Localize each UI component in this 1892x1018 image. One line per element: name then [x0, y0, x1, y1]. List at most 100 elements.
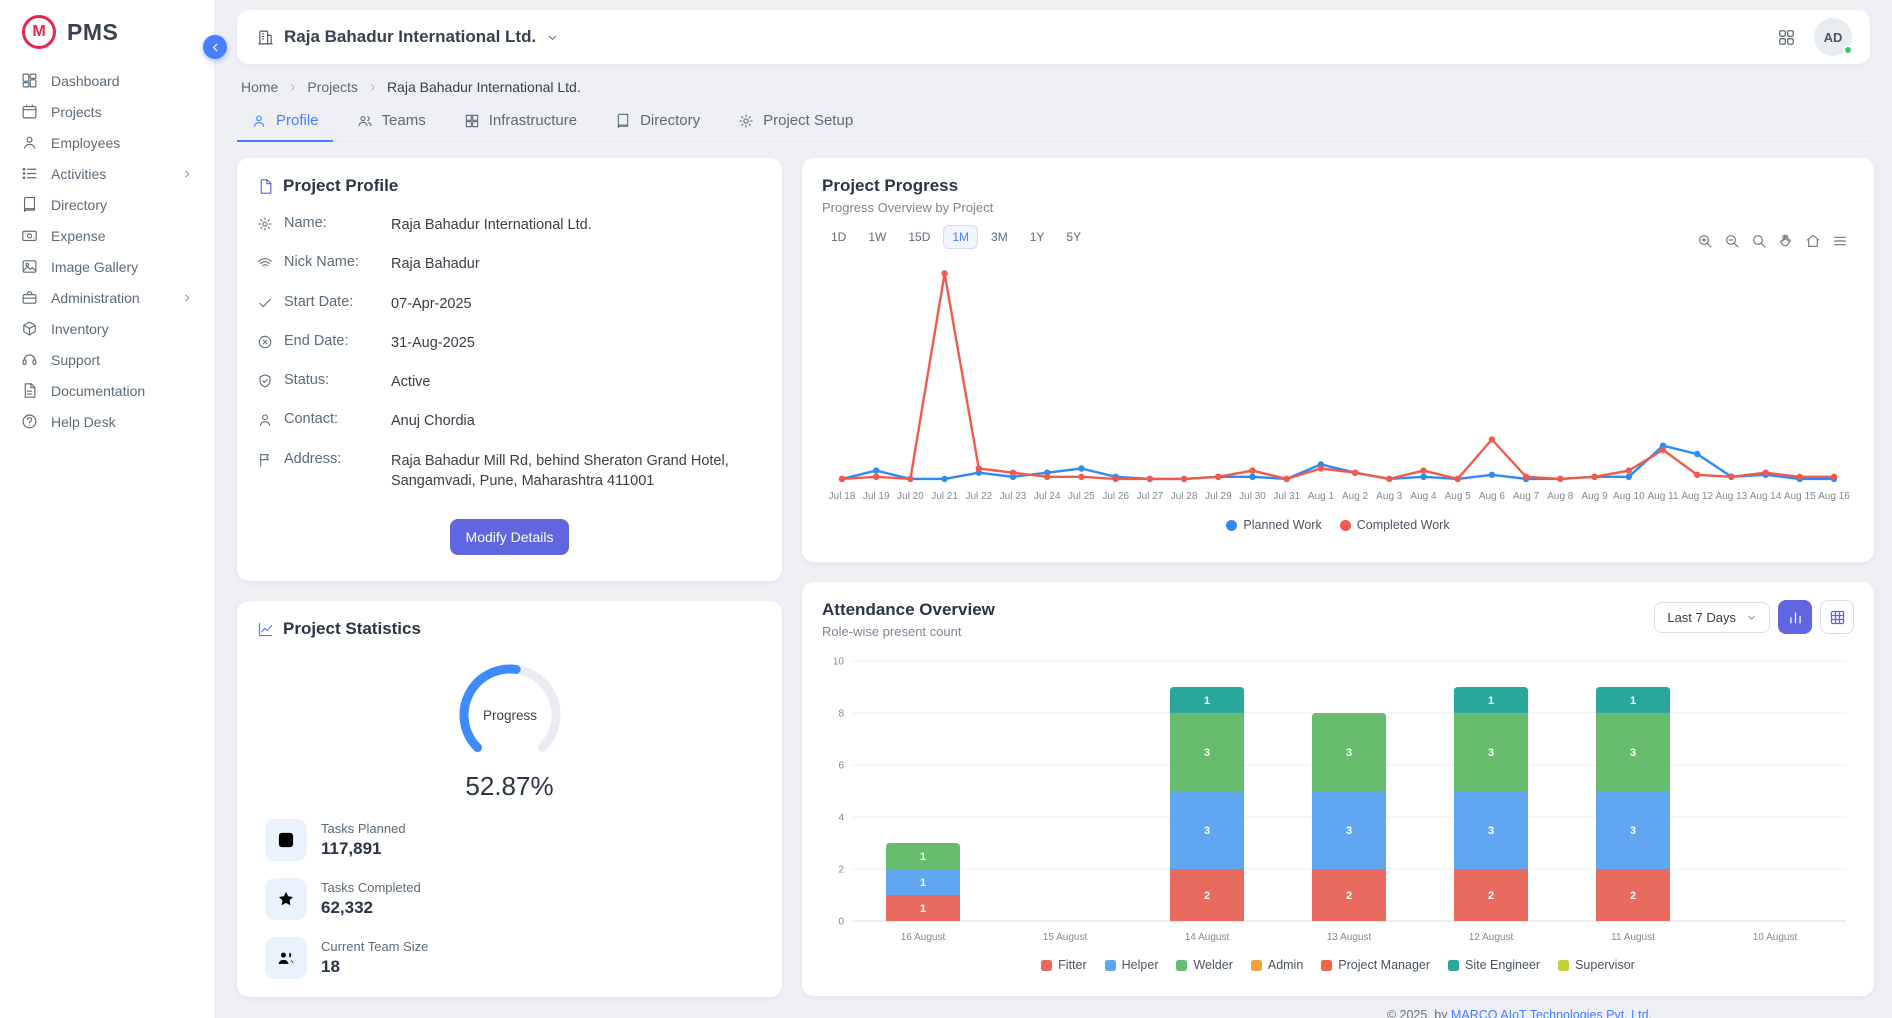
- svg-text:Jul 30: Jul 30: [1239, 491, 1266, 502]
- field-label: Status:: [284, 372, 380, 388]
- range-button-3m[interactable]: 3M: [982, 225, 1017, 249]
- time-range-selector: 1D1W15D1M3M1Y5Y: [822, 225, 1090, 249]
- pan-hand-icon[interactable]: [1778, 233, 1794, 249]
- tab-infrastructure[interactable]: Infrastructure: [450, 101, 591, 142]
- legend-label: Welder: [1193, 958, 1232, 972]
- progress-card-title: Project Progress: [822, 176, 1854, 196]
- legend-item-admin[interactable]: Admin: [1251, 958, 1303, 972]
- svg-text:0: 0: [838, 917, 844, 928]
- sidebar-item-label: Directory: [51, 197, 107, 213]
- main-area: Raja Bahadur International Ltd. AD Home P…: [215, 10, 1892, 1018]
- sidebar-item-support[interactable]: Support: [10, 344, 204, 375]
- sidebar-item-employees[interactable]: Employees: [10, 127, 204, 158]
- sidebar-item-dashboard[interactable]: Dashboard: [10, 65, 204, 96]
- legend-item-completed-work[interactable]: Completed Work: [1340, 518, 1450, 532]
- svg-text:Jul 29: Jul 29: [1205, 491, 1232, 502]
- legend-swatch: [1251, 960, 1262, 971]
- legend-item-project-manager[interactable]: Project Manager: [1321, 958, 1430, 972]
- range-button-1d[interactable]: 1D: [822, 225, 855, 249]
- tab-project-setup[interactable]: Project Setup: [724, 101, 867, 142]
- svg-text:3: 3: [1630, 747, 1636, 759]
- tab-directory[interactable]: Directory: [601, 101, 714, 142]
- directory-icon: [615, 113, 631, 129]
- legend-item-fitter[interactable]: Fitter: [1041, 958, 1086, 972]
- sidebar-item-directory[interactable]: Directory: [10, 189, 204, 220]
- infrastructure-icon: [464, 113, 480, 129]
- sidebar-item-projects[interactable]: Projects: [10, 96, 204, 127]
- home-icon[interactable]: [1805, 233, 1821, 249]
- svg-text:3: 3: [1488, 747, 1494, 759]
- legend-item-supervisor[interactable]: Supervisor: [1558, 958, 1635, 972]
- svg-text:Aug 1: Aug 1: [1308, 491, 1335, 502]
- breadcrumb-link-projects[interactable]: Projects: [307, 79, 358, 95]
- range-button-15d[interactable]: 15D: [899, 225, 939, 249]
- statistics-card-icon: [257, 621, 274, 638]
- breadcrumb-link-home[interactable]: Home: [241, 79, 278, 95]
- attendance-bar-chart[interactable]: 024681011116 August15 August233114 Augus…: [822, 651, 1854, 947]
- legend-label: Project Manager: [1338, 958, 1430, 972]
- user-avatar[interactable]: AD: [1814, 18, 1852, 56]
- sidebar-item-administration[interactable]: Administration: [10, 282, 204, 313]
- sidebar-item-inventory[interactable]: Inventory: [10, 313, 204, 344]
- legend-swatch: [1176, 960, 1187, 971]
- svg-text:Aug 9: Aug 9: [1582, 491, 1609, 502]
- sidebar-item-expense[interactable]: Expense: [10, 220, 204, 251]
- svg-text:Aug 4: Aug 4: [1410, 491, 1437, 502]
- tab-profile[interactable]: Profile: [237, 101, 333, 142]
- stat-tasks-completed: Tasks Completed62,332: [257, 878, 762, 920]
- legend-label: Admin: [1268, 958, 1303, 972]
- svg-text:Aug 15: Aug 15: [1784, 491, 1816, 502]
- menu-icon[interactable]: [1832, 233, 1848, 249]
- range-button-1w[interactable]: 1W: [859, 225, 895, 249]
- field-label: Address:: [284, 451, 380, 467]
- profile-field-name: Name:Raja Bahadur International Ltd.: [257, 215, 762, 235]
- directory-icon: [21, 196, 38, 213]
- footer-link[interactable]: MARCO AIoT Technologies Pvt. Ltd.: [1451, 1008, 1652, 1018]
- magnifier-icon[interactable]: [1751, 233, 1767, 249]
- legend-label: Supervisor: [1575, 958, 1635, 972]
- app-logo[interactable]: M PMS: [0, 0, 214, 61]
- sidebar: M PMS DashboardProjectsEmployeesActiviti…: [0, 0, 215, 1018]
- range-button-1y[interactable]: 1Y: [1021, 225, 1054, 249]
- sidebar-item-help-desk[interactable]: Help Desk: [10, 406, 204, 437]
- legend-item-welder[interactable]: Welder: [1176, 958, 1232, 972]
- image-gallery-icon: [21, 258, 38, 275]
- range-button-1m[interactable]: 1M: [943, 225, 978, 249]
- administration-icon: [21, 289, 38, 306]
- zoom-out-icon[interactable]: [1724, 233, 1740, 249]
- gear-icon: [738, 113, 754, 129]
- tab-label: Profile: [276, 112, 319, 129]
- date-range-select[interactable]: Last 7 Days: [1654, 602, 1770, 633]
- profile-field-start-date: Start Date:07-Apr-2025: [257, 294, 762, 314]
- bar-view-button[interactable]: [1778, 600, 1812, 634]
- sidebar-item-image-gallery[interactable]: Image Gallery: [10, 251, 204, 282]
- company-selector[interactable]: Raja Bahadur International Ltd.: [257, 27, 559, 47]
- svg-text:Jul 26: Jul 26: [1102, 491, 1129, 502]
- modify-details-button[interactable]: Modify Details: [450, 519, 570, 555]
- legend-item-planned-work[interactable]: Planned Work: [1226, 518, 1321, 532]
- tab-teams[interactable]: Teams: [343, 101, 440, 142]
- legend-item-helper[interactable]: Helper: [1105, 958, 1159, 972]
- sidebar-item-activities[interactable]: Activities: [10, 158, 204, 189]
- sidebar-collapse-button[interactable]: [203, 35, 227, 59]
- gauge-label: Progress: [482, 708, 536, 723]
- legend-item-site-engineer[interactable]: Site Engineer: [1448, 958, 1540, 972]
- projects-icon: [21, 103, 38, 120]
- field-label: Nick Name:: [284, 254, 380, 270]
- profile-field-nick-name: Nick Name:Raja Bahadur: [257, 254, 762, 274]
- zoom-in-icon[interactable]: [1697, 233, 1713, 249]
- range-button-5y[interactable]: 5Y: [1057, 225, 1090, 249]
- stat-tasks-planned: Tasks Planned117,891: [257, 819, 762, 861]
- progress-line-chart[interactable]: Jul 18Jul 19Jul 20Jul 21Jul 22Jul 23Jul …: [822, 249, 1854, 507]
- sidebar-item-label: Help Desk: [51, 414, 116, 430]
- stat-list: Tasks Planned117,891 Tasks Completed62,33…: [257, 819, 762, 979]
- flag-icon: [257, 452, 273, 468]
- sidebar-item-documentation[interactable]: Documentation: [10, 375, 204, 406]
- footer: © 2025, by MARCO AIoT Technologies Pvt. …: [1387, 1008, 1652, 1018]
- stat-current-team-size: Current Team Size18: [257, 937, 762, 979]
- apps-grid-icon[interactable]: [1777, 28, 1796, 47]
- table-view-button[interactable]: [1820, 600, 1854, 634]
- chevron-down-icon: [546, 31, 559, 44]
- svg-text:3: 3: [1204, 747, 1210, 759]
- profile-field-status: Status:Active: [257, 372, 762, 392]
